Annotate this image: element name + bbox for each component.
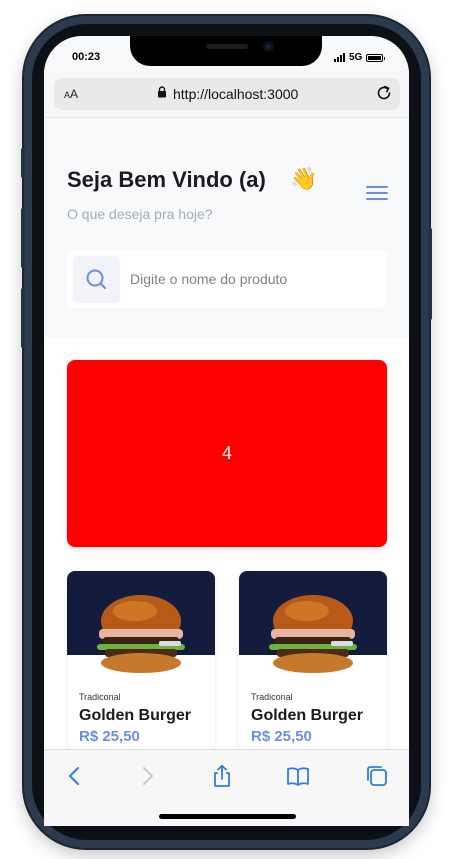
burger-image bbox=[269, 595, 357, 673]
product-price: R$ 25,50 bbox=[79, 728, 140, 745]
home-indicator[interactable] bbox=[159, 814, 296, 819]
product-name: Golden Burger bbox=[79, 707, 192, 724]
product-category: Tradiconal bbox=[251, 692, 293, 702]
reload-icon[interactable] bbox=[375, 84, 393, 102]
product-card[interactable]: Tradiconal Golden Burger R$ 25,50 bbox=[239, 571, 387, 751]
search-button[interactable] bbox=[73, 256, 120, 303]
menu-icon[interactable] bbox=[366, 186, 388, 202]
volume-up-button bbox=[21, 208, 25, 268]
signal-icon bbox=[334, 53, 345, 62]
notch bbox=[130, 36, 322, 66]
product-price: R$ 25,50 bbox=[251, 728, 312, 745]
lock-icon bbox=[158, 86, 166, 98]
product-image bbox=[239, 571, 387, 681]
mute-switch bbox=[21, 148, 25, 178]
text-size-button[interactable]: AA bbox=[64, 87, 78, 101]
front-camera bbox=[263, 41, 274, 52]
burger-image bbox=[97, 595, 185, 673]
aa-large-label: A bbox=[70, 87, 79, 101]
back-icon[interactable] bbox=[63, 764, 87, 788]
url-text[interactable]: http://localhost:3000 bbox=[173, 86, 298, 102]
status-indicators: 5G bbox=[334, 52, 386, 63]
search-icon bbox=[86, 269, 106, 289]
share-icon[interactable] bbox=[210, 764, 234, 788]
power-button bbox=[428, 228, 432, 320]
page-subtitle: O que deseja pra hoje? bbox=[67, 206, 213, 222]
promo-banner[interactable]: 4 bbox=[67, 360, 387, 547]
status-time: 00:23 bbox=[72, 51, 101, 63]
wave-emoji: 👋 bbox=[290, 166, 318, 191]
search-input[interactable] bbox=[130, 266, 370, 292]
bookmarks-icon[interactable] bbox=[286, 764, 310, 788]
forward-icon[interactable] bbox=[135, 764, 159, 788]
product-category: Tradiconal bbox=[79, 692, 121, 702]
page-title: Seja Bem Vindo (a) bbox=[67, 167, 266, 192]
product-image bbox=[67, 571, 215, 681]
speaker bbox=[206, 44, 248, 49]
product-name: Golden Burger bbox=[251, 707, 364, 724]
network-type: 5G bbox=[349, 52, 363, 63]
tabs-icon[interactable] bbox=[365, 764, 389, 788]
volume-down-button bbox=[21, 288, 25, 348]
battery-icon bbox=[366, 53, 386, 62]
product-card[interactable]: Tradiconal Golden Burger R$ 25,50 bbox=[67, 571, 215, 751]
